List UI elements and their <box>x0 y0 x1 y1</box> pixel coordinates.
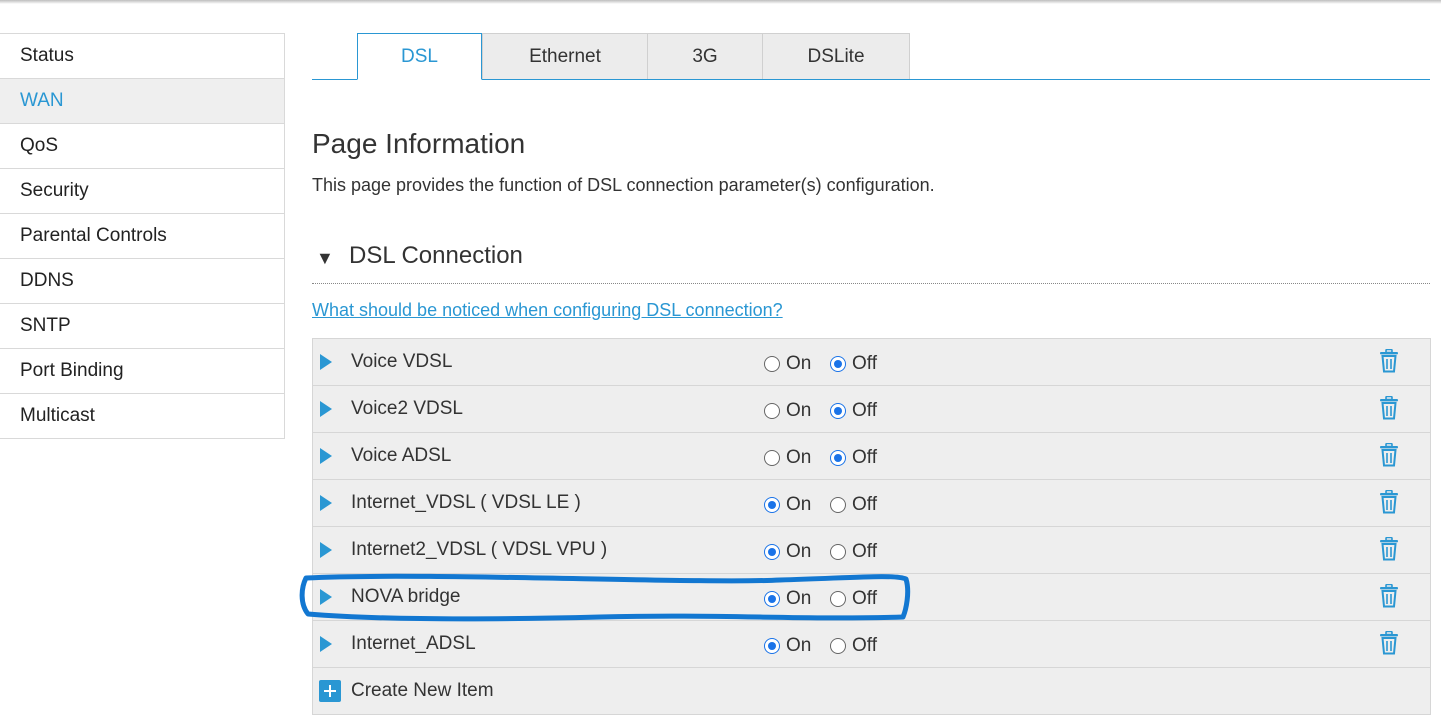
tab-dslite[interactable]: DSLite <box>762 33 910 79</box>
radio-off[interactable]: Off <box>830 588 877 610</box>
radio-on-label: On <box>786 447 812 468</box>
trash-icon[interactable] <box>1379 395 1399 425</box>
radio-on-label: On <box>786 494 812 515</box>
tab-3g[interactable]: 3G <box>647 33 763 79</box>
radio-off[interactable]: Off <box>830 447 877 469</box>
help-link[interactable]: What should be noticed when configuring … <box>312 300 783 321</box>
expand-arrow-icon[interactable] <box>320 448 332 464</box>
radio-on-circle[interactable] <box>764 497 780 513</box>
sidebar-item-wan[interactable]: WAN <box>0 79 284 124</box>
radio-off-label: Off <box>852 447 877 468</box>
connection-row: Voice ADSL On Off <box>313 433 1430 480</box>
page-description: This page provides the function of DSL c… <box>312 175 935 195</box>
radio-on[interactable]: On <box>764 541 811 563</box>
radio-off-label: Off <box>852 353 877 374</box>
sidebar-item-multicast[interactable]: Multicast <box>0 394 284 438</box>
connection-name[interactable]: Voice2 VDSL <box>351 398 463 420</box>
connection-name[interactable]: Internet2_VDSL ( VDSL VPU ) <box>351 539 607 561</box>
radio-off-circle[interactable] <box>830 450 846 466</box>
connection-row: Voice2 VDSL On Off <box>313 386 1430 433</box>
tab-bar: DSL Ethernet 3G DSLite <box>312 33 1430 80</box>
expand-arrow-icon[interactable] <box>320 401 332 417</box>
top-border <box>0 0 1441 4</box>
radio-off-label: Off <box>852 494 877 515</box>
sidebar-nav: Status WAN QoS Security Parental Control… <box>0 33 285 439</box>
collapse-arrow-icon[interactable]: ▼ <box>316 248 334 269</box>
radio-on[interactable]: On <box>764 494 811 516</box>
radio-off-circle[interactable] <box>830 497 846 513</box>
section-title: DSL Connection <box>349 242 523 269</box>
radio-off[interactable]: Off <box>830 635 877 657</box>
radio-on[interactable]: On <box>764 635 811 657</box>
sidebar-item-parental-controls[interactable]: Parental Controls <box>0 214 284 259</box>
radio-on-circle[interactable] <box>764 356 780 372</box>
radio-on-label: On <box>786 353 812 374</box>
radio-on-circle[interactable] <box>764 638 780 654</box>
expand-arrow-icon[interactable] <box>320 636 332 652</box>
trash-icon[interactable] <box>1379 536 1399 566</box>
radio-off-label: Off <box>852 635 877 656</box>
radio-off-label: Off <box>852 400 877 421</box>
sidebar-item-sntp[interactable]: SNTP <box>0 304 284 349</box>
radio-off-circle[interactable] <box>830 591 846 607</box>
trash-icon[interactable] <box>1379 442 1399 472</box>
connection-list: Voice VDSL On Off Voice2 VDSL On Off Voice ADS… <box>312 338 1431 715</box>
radio-on-circle[interactable] <box>764 450 780 466</box>
radio-on-circle[interactable] <box>764 591 780 607</box>
radio-off[interactable]: Off <box>830 494 877 516</box>
radio-on-circle[interactable] <box>764 544 780 560</box>
radio-on-label: On <box>786 635 812 656</box>
radio-on[interactable]: On <box>764 400 811 422</box>
sidebar-item-port-binding[interactable]: Port Binding <box>0 349 284 394</box>
radio-off[interactable]: Off <box>830 353 877 375</box>
radio-off-circle[interactable] <box>830 544 846 560</box>
connection-row: NOVA bridge On Off <box>313 574 1430 621</box>
page-title: Page Information <box>312 128 526 159</box>
radio-off[interactable]: Off <box>830 541 877 563</box>
expand-arrow-icon[interactable] <box>320 589 332 605</box>
connection-row: Internet_VDSL ( VDSL LE ) On Off <box>313 480 1430 527</box>
trash-icon[interactable] <box>1379 348 1399 378</box>
radio-off-circle[interactable] <box>830 356 846 372</box>
plus-icon[interactable] <box>319 680 341 702</box>
connection-row: Internet2_VDSL ( VDSL VPU ) On Off <box>313 527 1430 574</box>
radio-on-label: On <box>786 400 812 421</box>
radio-off-label: Off <box>852 541 877 562</box>
radio-on-label: On <box>786 541 812 562</box>
expand-arrow-icon[interactable] <box>320 495 332 511</box>
create-new-item-button[interactable]: Create New Item <box>351 680 494 702</box>
radio-off-circle[interactable] <box>830 638 846 654</box>
radio-on[interactable]: On <box>764 588 811 610</box>
create-new-item-row: Create New Item <box>313 668 1430 714</box>
tab-ethernet[interactable]: Ethernet <box>482 33 648 79</box>
radio-on[interactable]: On <box>764 353 811 375</box>
radio-off-label: Off <box>852 588 877 609</box>
radio-on-circle[interactable] <box>764 403 780 419</box>
trash-icon[interactable] <box>1379 489 1399 519</box>
trash-icon[interactable] <box>1379 583 1399 613</box>
trash-icon[interactable] <box>1379 630 1399 660</box>
connection-name[interactable]: Internet_ADSL <box>351 633 476 655</box>
expand-arrow-icon[interactable] <box>320 354 332 370</box>
connection-name[interactable]: Internet_VDSL ( VDSL LE ) <box>351 492 581 514</box>
sidebar-item-ddns[interactable]: DDNS <box>0 259 284 304</box>
connection-row: Internet_ADSL On Off <box>313 621 1430 668</box>
sidebar-item-qos[interactable]: QoS <box>0 124 284 169</box>
connection-name[interactable]: Voice VDSL <box>351 351 452 373</box>
connection-name[interactable]: Voice ADSL <box>351 445 451 467</box>
sidebar-item-security[interactable]: Security <box>0 169 284 214</box>
connection-row: Voice VDSL On Off <box>313 339 1430 386</box>
connection-name[interactable]: NOVA bridge <box>351 586 460 608</box>
section-header: ▼ DSL Connection <box>312 240 1430 284</box>
expand-arrow-icon[interactable] <box>320 542 332 558</box>
sidebar-item-status[interactable]: Status <box>0 34 284 79</box>
tab-dsl[interactable]: DSL <box>357 33 482 80</box>
radio-off[interactable]: Off <box>830 400 877 422</box>
radio-on-label: On <box>786 588 812 609</box>
radio-off-circle[interactable] <box>830 403 846 419</box>
radio-on[interactable]: On <box>764 447 811 469</box>
